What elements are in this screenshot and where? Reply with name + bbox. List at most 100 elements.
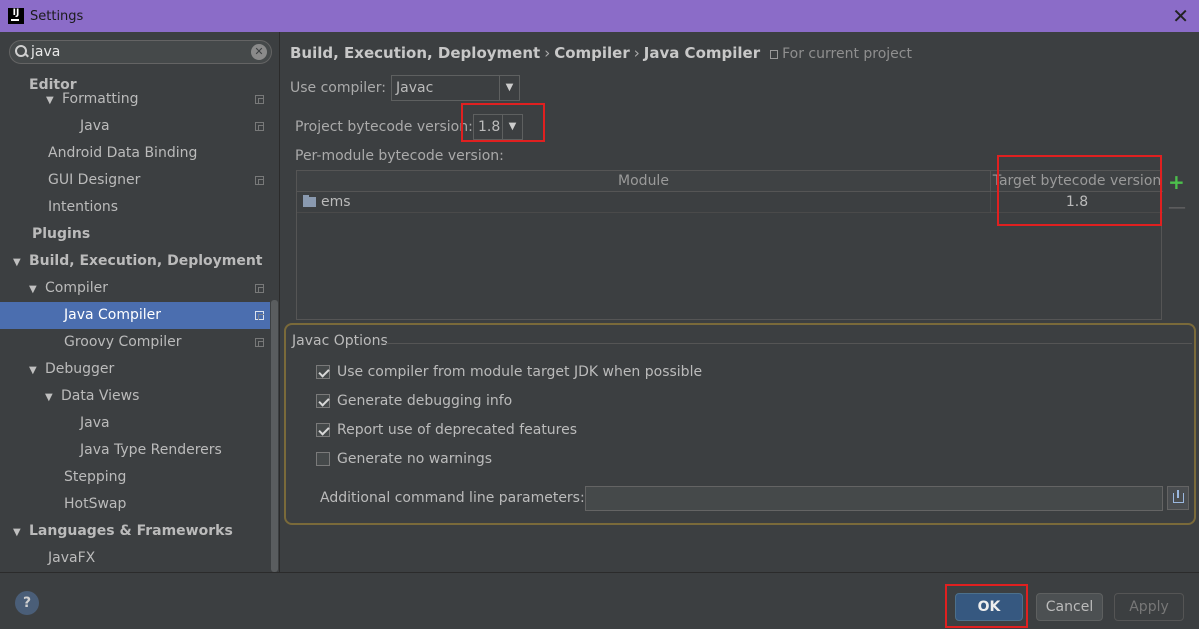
tree-item-languages-frameworks[interactable]: ▼ Languages & Frameworks <box>0 518 270 545</box>
tree-item-label: Compiler <box>45 280 109 296</box>
breadcrumb-part: Build, Execution, Deployment <box>290 44 541 62</box>
option-generate-debug-info[interactable]: Generate debugging info <box>316 391 512 411</box>
apply-button[interactable]: Apply <box>1114 593 1184 621</box>
tree-item-android-data-binding[interactable]: Android Data Binding <box>0 140 270 167</box>
column-header-module[interactable]: Module <box>297 171 991 192</box>
tree-item-label: Languages & Frameworks <box>29 523 233 539</box>
tree-item-label: Data Views <box>61 388 140 404</box>
expanded-arrow-icon[interactable]: ▼ <box>29 276 45 303</box>
expand-editor-icon[interactable] <box>1167 486 1189 510</box>
javac-options-group: Javac Options Use compiler from module t… <box>284 323 1196 525</box>
breadcrumb-part: Compiler <box>554 44 630 62</box>
title-bar: IJ Settings ✕ <box>0 0 1199 32</box>
group-divider <box>386 343 1192 344</box>
tree-item-stepping[interactable]: Stepping <box>0 464 270 491</box>
expanded-arrow-icon[interactable]: ▼ <box>13 249 29 276</box>
sidebar-scrollbar[interactable] <box>271 300 278 572</box>
help-icon[interactable]: ? <box>15 591 39 615</box>
tree-item-label: Stepping <box>64 469 127 485</box>
window-title: Settings <box>30 8 84 24</box>
tree-item-build-execution-deployment[interactable]: ▼ Build, Execution, Deployment <box>0 248 270 275</box>
chevron-down-icon[interactable]: ▼ <box>499 76 519 100</box>
search-input[interactable]: java <box>31 44 60 60</box>
use-compiler-label: Use compiler: <box>290 80 387 96</box>
tree-item-label: JavaFX <box>48 550 96 566</box>
project-scope-icon <box>255 176 264 185</box>
tree-item-data-views[interactable]: ▼ Data Views <box>0 383 270 410</box>
tree-item-gui-designer[interactable]: GUI Designer <box>0 167 270 194</box>
tree-item-label: GUI Designer <box>48 172 141 188</box>
breadcrumb: Build, Execution, Deployment › Compiler › Ja… <box>290 44 912 62</box>
java-compiler-panel: Build, Execution, Deployment › Compiler › Ja… <box>281 32 1199 572</box>
javac-options-title: Javac Options <box>292 333 388 349</box>
option-label: Generate debugging info <box>337 393 513 409</box>
tree-item-plugins[interactable]: Plugins <box>0 221 270 248</box>
tree-item-java-compiler[interactable]: Java Compiler <box>0 302 270 329</box>
breadcrumb-part: Java Compiler <box>643 44 761 62</box>
expanded-arrow-icon[interactable]: ▼ <box>13 519 29 546</box>
project-scope-icon <box>255 95 264 104</box>
option-use-module-jdk[interactable]: Use compiler from module target JDK when… <box>316 362 702 382</box>
use-compiler-select[interactable]: Javac ▼ <box>391 75 520 101</box>
tree-item-label: Build, Execution, Deployment <box>29 253 263 269</box>
project-scope-icon <box>255 122 264 131</box>
tree-item-data-views-java[interactable]: Java <box>0 410 270 437</box>
scope-label: For current project <box>782 46 912 62</box>
option-no-warnings[interactable]: Generate no warnings <box>316 449 492 469</box>
breadcrumb-separator: › <box>633 44 640 62</box>
cancel-button[interactable]: Cancel <box>1036 593 1103 621</box>
tree-item-label: Debugger <box>45 361 115 377</box>
tree-item-label: Java Compiler <box>64 307 162 323</box>
additional-params-label: Additional command line parameters: <box>320 490 585 506</box>
tree-item-label: Android Data Binding <box>48 145 198 161</box>
project-scope-icon <box>255 338 264 347</box>
table-row-module[interactable]: ems <box>297 192 991 213</box>
checkbox[interactable] <box>316 452 330 466</box>
additional-params-input[interactable] <box>585 486 1163 511</box>
use-compiler-value: Javac <box>396 80 434 96</box>
search-field[interactable]: java ✕ <box>9 40 272 64</box>
project-scope-icon <box>255 311 264 320</box>
tree-item-intentions[interactable]: Intentions <box>0 194 270 221</box>
tree-item-label: Java Type Renderers <box>80 442 222 458</box>
dialog-footer: ? OK Cancel Apply <box>0 572 1199 629</box>
module-name: ems <box>321 194 351 210</box>
expanded-arrow-icon[interactable]: ▼ <box>29 357 45 384</box>
tree-item-debugger[interactable]: ▼ Debugger <box>0 356 270 383</box>
intellij-app-icon: IJ <box>8 8 24 24</box>
search-icon <box>15 45 29 59</box>
settings-tree: Editor ▼ Formatting Java Android Data Bin… <box>0 70 270 572</box>
remove-module-icon[interactable]: — <box>1168 198 1186 218</box>
tree-item-formatting-java[interactable]: Java <box>0 113 270 140</box>
checkbox[interactable] <box>316 394 330 408</box>
tree-item-compiler[interactable]: ▼ Compiler <box>0 275 270 302</box>
module-folder-icon <box>303 195 316 207</box>
tree-item-label: Groovy Compiler <box>64 334 182 350</box>
add-module-icon[interactable]: + <box>1168 172 1185 192</box>
close-icon[interactable]: ✕ <box>1172 4 1189 28</box>
option-label: Report use of deprecated features <box>337 422 578 438</box>
tree-item-hotswap[interactable]: HotSwap <box>0 491 270 518</box>
tree-item-groovy-compiler[interactable]: Groovy Compiler <box>0 329 270 356</box>
tree-item-formatting[interactable]: ▼ Formatting <box>0 86 270 113</box>
tree-item-label: Plugins <box>32 226 91 242</box>
checkbox[interactable] <box>316 423 330 437</box>
tree-item-label: Java <box>80 415 110 431</box>
option-label: Generate no warnings <box>337 451 493 467</box>
project-bytecode-label: Project bytecode version: <box>295 119 473 135</box>
tree-item-label: Java <box>80 118 110 134</box>
option-label: Use compiler from module target JDK when… <box>337 364 703 380</box>
tree-item-javafx[interactable]: JavaFX <box>0 545 270 572</box>
checkbox[interactable] <box>316 365 330 379</box>
option-report-deprecated[interactable]: Report use of deprecated features <box>316 420 577 440</box>
project-scope-icon <box>770 49 779 59</box>
tree-item-java-type-renderers[interactable]: Java Type Renderers <box>0 437 270 464</box>
clear-search-icon[interactable]: ✕ <box>251 44 267 60</box>
tree-item-label: HotSwap <box>64 496 127 512</box>
expanded-arrow-icon[interactable]: ▼ <box>45 384 61 411</box>
project-scope-icon <box>255 284 264 293</box>
expanded-arrow-icon[interactable]: ▼ <box>46 87 62 114</box>
breadcrumb-separator: › <box>544 44 551 62</box>
settings-sidebar: java ✕ Editor ▼ Formatting Java Android D… <box>0 32 280 572</box>
per-module-label: Per-module bytecode version: <box>295 148 504 164</box>
